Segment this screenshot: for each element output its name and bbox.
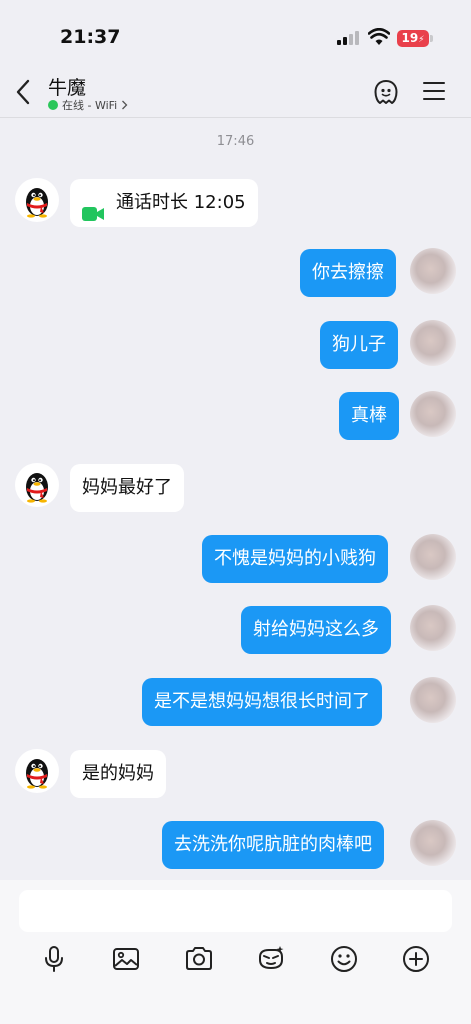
- message-text: 妈妈最好了: [82, 477, 172, 498]
- message-text: 你去擦擦: [312, 262, 384, 283]
- battery-tip: [430, 35, 433, 42]
- online-status-text: 在线 - WiFi: [62, 99, 118, 112]
- my-avatar[interactable]: [410, 820, 456, 866]
- message-bubble-outgoing[interactable]: 是不是想妈妈想很长时间了: [142, 678, 382, 726]
- sticker-icon[interactable]: [256, 944, 286, 974]
- message-bubble-outgoing[interactable]: 射给妈妈这么多: [241, 606, 391, 654]
- contact-avatar[interactable]: [15, 178, 59, 222]
- message-text: 不愧是妈妈的小贱狗: [214, 548, 376, 569]
- online-status[interactable]: 在线 - WiFi: [48, 97, 128, 113]
- back-button[interactable]: [12, 78, 36, 106]
- chat-header: 牛魔 在线 - WiFi: [0, 66, 471, 118]
- penguin-icon: [26, 473, 48, 503]
- message-bubble-outgoing[interactable]: 你去擦擦: [300, 249, 396, 297]
- contact-avatar[interactable]: [15, 463, 59, 507]
- message-text: 真棒: [351, 405, 387, 426]
- message-text: 去洗洗你呢肮脏的肉棒吧: [174, 834, 372, 855]
- my-avatar[interactable]: [410, 391, 456, 437]
- my-avatar[interactable]: [410, 320, 456, 366]
- my-avatar[interactable]: [410, 534, 456, 580]
- online-dot-icon: [48, 100, 58, 110]
- plus-icon[interactable]: [401, 944, 431, 974]
- message-input[interactable]: [19, 890, 452, 932]
- message-bubble-incoming[interactable]: 通话时长 12:05: [70, 179, 258, 227]
- camera-icon[interactable]: [184, 944, 214, 974]
- video-call-icon: [82, 193, 104, 221]
- message-text: 是不是想妈妈想很长时间了: [154, 691, 370, 712]
- message-bubble-outgoing[interactable]: 真棒: [339, 392, 399, 440]
- input-bar: [0, 880, 471, 1024]
- microphone-icon[interactable]: [39, 944, 69, 974]
- my-avatar[interactable]: [410, 677, 456, 723]
- wifi-icon: [368, 28, 390, 45]
- contact-name[interactable]: 牛魔: [48, 73, 86, 100]
- emoji-icon[interactable]: [329, 944, 359, 974]
- ghost-icon[interactable]: [372, 78, 400, 106]
- image-icon[interactable]: [111, 944, 141, 974]
- penguin-icon: [26, 188, 48, 218]
- message-text: 狗儿子: [332, 334, 386, 355]
- status-bar: 21:37 19⚡: [0, 0, 471, 66]
- battery-level: 19: [401, 31, 419, 45]
- message-bubble-outgoing[interactable]: 不愧是妈妈的小贱狗: [202, 535, 388, 583]
- contact-avatar[interactable]: [15, 749, 59, 793]
- cellular-signal-icon: [337, 31, 363, 45]
- my-avatar[interactable]: [410, 248, 456, 294]
- call-duration-text: 通话时长 12:05: [116, 192, 246, 213]
- my-avatar[interactable]: [410, 605, 456, 651]
- battery-icon: 19⚡: [397, 30, 429, 47]
- message-text: 是的妈妈: [82, 763, 154, 784]
- message-bubble-incoming[interactable]: 是的妈妈: [70, 750, 166, 798]
- message-bubble-incoming[interactable]: 妈妈最好了: [70, 464, 184, 512]
- status-time: 21:37: [60, 26, 121, 48]
- chevron-right-icon: [122, 100, 128, 110]
- message-bubble-outgoing[interactable]: 去洗洗你呢肮脏的肉棒吧: [162, 821, 384, 869]
- message-bubble-outgoing[interactable]: 狗儿子: [320, 321, 398, 369]
- message-text: 射给妈妈这么多: [253, 619, 379, 640]
- penguin-icon: [26, 759, 48, 789]
- message-timestamp: 17:46: [216, 134, 255, 149]
- menu-button[interactable]: [423, 80, 447, 102]
